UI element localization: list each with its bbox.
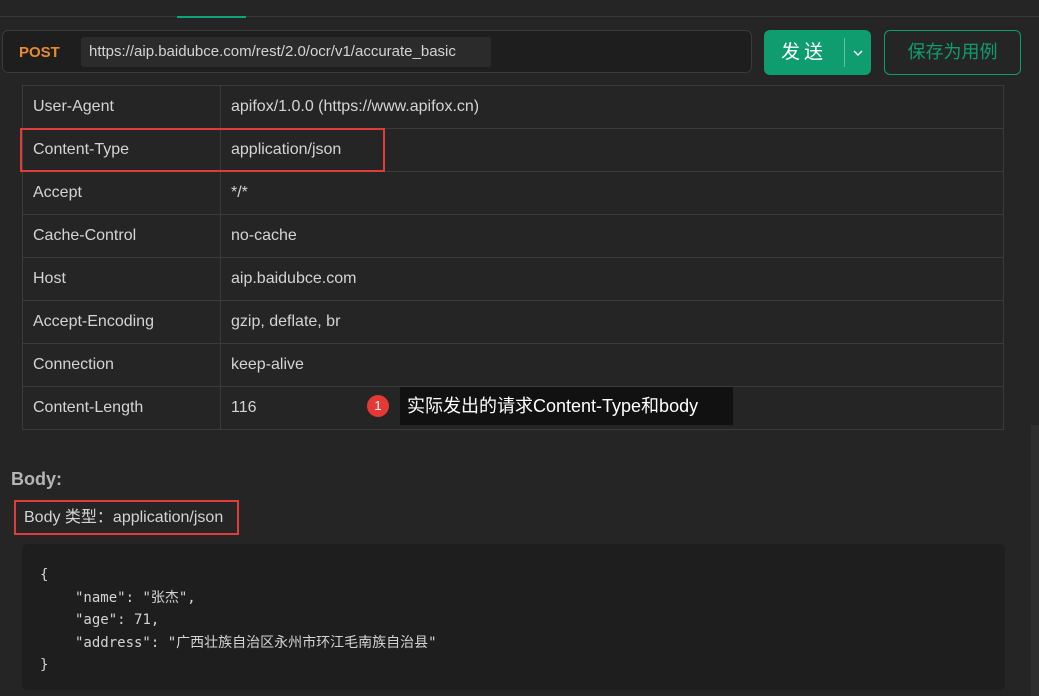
header-key: Accept-Encoding [22, 300, 221, 344]
json-value: "张杰", [142, 589, 196, 606]
table-row: Content-Type application/json [22, 128, 1004, 172]
table-row: Accept-Encoding gzip, deflate, br [22, 300, 1004, 344]
send-button[interactable]: 发送 [764, 30, 871, 75]
body-type-highlight: Body 类型：application/json [14, 500, 239, 535]
annotation-badge: 1 [367, 395, 389, 417]
table-row: Host aip.baidubce.com [22, 257, 1004, 301]
header-value: no-cache [220, 214, 1004, 258]
json-value: "广西壮族自治区永州市环江毛南族自治县" [167, 634, 437, 651]
save-as-case-button[interactable]: 保存为用例 [884, 30, 1021, 75]
code-line: "age": 71, [75, 612, 160, 628]
method-selector[interactable]: POST [19, 31, 60, 74]
top-tab-bar [0, 0, 1039, 18]
table-row: Cache-Control no-cache [22, 214, 1004, 258]
code-line: { [40, 564, 1005, 587]
annotation-callout: 实际发出的请求Content-Type和body [400, 387, 733, 425]
body-heading: Body: [11, 469, 62, 489]
header-value: gzip, deflate, br [220, 300, 1004, 344]
code-line: "name": "张杰", [75, 589, 196, 606]
code-line: } [40, 654, 1005, 677]
scrollbar[interactable] [1031, 425, 1039, 696]
header-value: */* [220, 171, 1004, 215]
request-url-bar: POST https://aip.baidubce.com/rest/2.0/o… [2, 30, 752, 73]
send-button-label[interactable]: 发送 [764, 30, 844, 75]
json-close-brace: } [40, 657, 49, 673]
header-value: apifox/1.0.0 (https://www.apifox.cn) [220, 85, 1004, 129]
json-key: "address" [75, 634, 151, 651]
header-value: aip.baidubce.com [220, 257, 1004, 301]
header-value: application/json [220, 128, 1004, 172]
header-value: keep-alive [220, 343, 1004, 387]
json-key: "name" [75, 589, 126, 606]
header-key: Content-Type [22, 128, 221, 172]
body-type-label: Body 类型：application/json [24, 509, 224, 526]
header-key: Content-Length [22, 386, 221, 430]
header-key: Cache-Control [22, 214, 221, 258]
json-value: 71, [134, 612, 160, 628]
header-key: Host [22, 257, 221, 301]
tab-2[interactable] [95, 0, 155, 16]
chevron-down-icon[interactable] [845, 30, 871, 75]
table-row: Accept */* [22, 171, 1004, 215]
request-headers-table: User-Agent apifox/1.0.0 (https://www.api… [22, 85, 1004, 430]
header-key: User-Agent [22, 85, 221, 129]
table-row: Connection keep-alive [22, 343, 1004, 387]
body-code-block: { "name": "张杰", "age": 71, "address": "广… [22, 544, 1005, 690]
code-line: "address": "广西壮族自治区永州市环江毛南族自治县" [75, 634, 437, 651]
tab-1[interactable] [38, 0, 74, 16]
header-key: Accept [22, 171, 221, 215]
url-input[interactable]: https://aip.baidubce.com/rest/2.0/ocr/v1… [81, 37, 491, 67]
tab-active[interactable] [177, 0, 246, 18]
table-row: User-Agent apifox/1.0.0 (https://www.api… [22, 85, 1004, 129]
header-key: Connection [22, 343, 221, 387]
json-open-brace: { [40, 567, 49, 583]
json-key: "age" [75, 612, 118, 628]
